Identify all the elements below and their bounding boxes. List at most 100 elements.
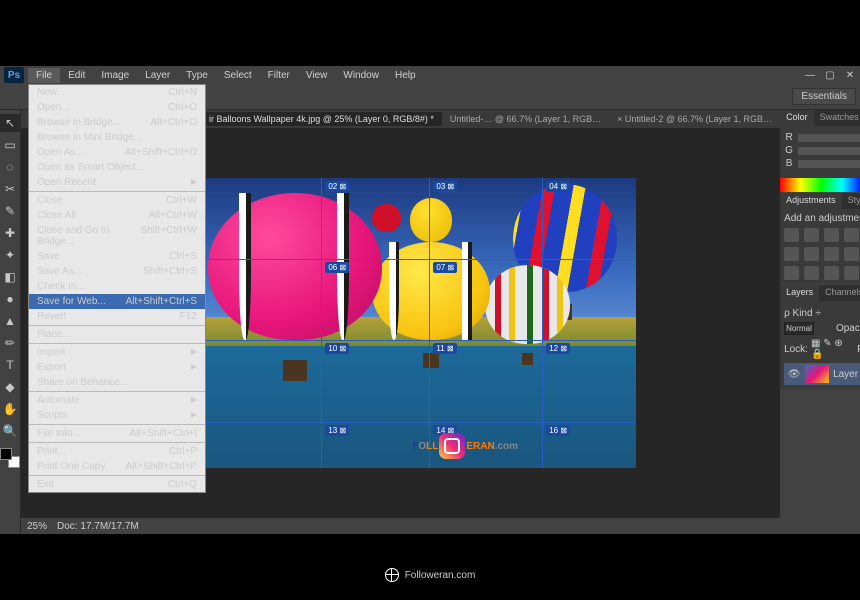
workspace-switcher[interactable]: Essentials bbox=[792, 88, 856, 105]
globe-icon bbox=[385, 568, 399, 582]
menu-item-close-and-go-to-bridge[interactable]: Close and Go to Bridge...Shift+Ctrl+W bbox=[29, 223, 205, 249]
slice-label[interactable]: 06 ⊠ bbox=[325, 262, 349, 273]
slice-label[interactable]: 13 ⊠ bbox=[325, 425, 349, 436]
document-tab[interactable]: Untitled-… @ 66.7% (Layer 1, RGB… bbox=[442, 112, 609, 126]
tab-layers[interactable]: Layers bbox=[780, 285, 819, 301]
adjustment-icon[interactable] bbox=[784, 228, 799, 242]
menu-item-close-all[interactable]: Close AllAlt+Ctrl+W bbox=[29, 208, 205, 223]
tool-13[interactable]: ✋ bbox=[0, 400, 20, 418]
tool-9[interactable]: ▲ bbox=[0, 312, 20, 330]
menu-item-scripts[interactable]: Scripts▶ bbox=[29, 408, 205, 423]
zoom-level[interactable]: 25% bbox=[27, 521, 47, 532]
menu-item-export[interactable]: Export▶ bbox=[29, 360, 205, 375]
tool-5[interactable]: ✚ bbox=[0, 224, 20, 242]
menu-image[interactable]: Image bbox=[93, 68, 137, 83]
menu-item-save[interactable]: SaveCtrl+S bbox=[29, 249, 205, 264]
adjustment-icon[interactable] bbox=[804, 266, 819, 280]
menu-type[interactable]: Type bbox=[178, 68, 216, 83]
color-slider[interactable] bbox=[798, 134, 860, 142]
close-button[interactable]: ✕ bbox=[844, 69, 856, 81]
adjustment-icon[interactable] bbox=[844, 247, 859, 261]
adjustment-icon[interactable] bbox=[784, 247, 799, 261]
tool-10[interactable]: ✏ bbox=[0, 334, 20, 352]
layer-name[interactable]: Layer 0 bbox=[833, 369, 860, 380]
blend-mode-select[interactable]: Normal bbox=[784, 322, 814, 335]
adjustment-icon[interactable] bbox=[824, 228, 839, 242]
maximize-button[interactable]: ▢ bbox=[824, 69, 836, 81]
menu-item-print-one-copy[interactable]: Print One CopyAlt+Shift+Ctrl+P bbox=[29, 459, 205, 474]
adjustment-icon[interactable] bbox=[844, 228, 859, 242]
tab-color[interactable]: Color bbox=[780, 110, 814, 126]
adjustment-icon[interactable] bbox=[824, 266, 839, 280]
slice-label[interactable]: 04 ⊠ bbox=[546, 181, 570, 192]
tool-14[interactable]: 🔍 bbox=[0, 422, 20, 440]
adjustment-icon[interactable] bbox=[804, 247, 819, 261]
instagram-icon bbox=[439, 433, 465, 459]
footer-text: Followeran.com bbox=[405, 570, 476, 581]
menu-item-open[interactable]: Open...Ctrl+O bbox=[29, 100, 205, 115]
adjustment-icon[interactable] bbox=[784, 266, 799, 280]
minimize-button[interactable]: — bbox=[804, 69, 816, 81]
slice-label[interactable]: 10 ⊠ bbox=[325, 343, 349, 354]
adjustment-icon[interactable] bbox=[804, 228, 819, 242]
tool-2[interactable]: ◌ bbox=[0, 158, 20, 176]
menu-item-import[interactable]: Import▶ bbox=[29, 345, 205, 360]
document-tab[interactable]: ir Balloons Wallpaper 4k.jpg @ 25% (Laye… bbox=[201, 112, 442, 126]
menu-item-file-info[interactable]: File Info...Alt+Shift+Ctrl+I bbox=[29, 426, 205, 441]
menu-item-save-for-web[interactable]: Save for Web...Alt+Shift+Ctrl+S bbox=[29, 294, 205, 309]
menu-item-open-as-smart-object[interactable]: Open as Smart Object... bbox=[29, 160, 205, 175]
menu-item-open-recent[interactable]: Open Recent▶ bbox=[29, 175, 205, 190]
tool-3[interactable]: ✂ bbox=[0, 180, 20, 198]
color-panel: Color Swatches R0G0B0 bbox=[780, 110, 860, 192]
slice-label[interactable]: 16 ⊠ bbox=[546, 425, 570, 436]
menu-edit[interactable]: Edit bbox=[60, 68, 93, 83]
menu-help[interactable]: Help bbox=[387, 68, 424, 83]
menu-window[interactable]: Window bbox=[335, 68, 387, 83]
adjustment-icon[interactable] bbox=[844, 266, 859, 280]
color-spectrum[interactable] bbox=[780, 178, 860, 192]
menu-item-print[interactable]: Print...Ctrl+P bbox=[29, 444, 205, 459]
menu-file[interactable]: File bbox=[28, 68, 60, 83]
menu-item-new[interactable]: New...Ctrl+N bbox=[29, 85, 205, 100]
color-swatches[interactable] bbox=[0, 448, 20, 468]
tool-6[interactable]: ✦ bbox=[0, 246, 20, 264]
menu-item-place[interactable]: Place... bbox=[29, 327, 205, 342]
menu-item-share-on-behance[interactable]: Share on Behance... bbox=[29, 375, 205, 390]
color-slider[interactable] bbox=[798, 160, 860, 168]
page-footer: Followeran.com bbox=[0, 568, 860, 582]
menu-item-browse-in-bridge[interactable]: Browse in Bridge...Alt+Ctrl+O bbox=[29, 115, 205, 130]
tool-1[interactable]: ▭ bbox=[0, 136, 20, 154]
menu-item-automate[interactable]: Automate▶ bbox=[29, 393, 205, 408]
status-bar: 25% Doc: 17.7M/17.7M bbox=[21, 518, 780, 534]
slice-label[interactable]: 12 ⊠ bbox=[546, 343, 570, 354]
tool-11[interactable]: T bbox=[0, 356, 20, 374]
menu-item-open-as[interactable]: Open As...Alt+Shift+Ctrl+O bbox=[29, 145, 205, 160]
slice-label[interactable]: 03 ⊠ bbox=[433, 181, 457, 192]
slice-label[interactable]: 11 ⊠ bbox=[433, 343, 456, 354]
tool-8[interactable]: ● bbox=[0, 290, 20, 308]
slice-label[interactable]: 07 ⊠ bbox=[433, 262, 457, 273]
menu-item-revert[interactable]: RevertF12 bbox=[29, 309, 205, 324]
tab-styles[interactable]: Styles bbox=[842, 193, 860, 209]
layer-row[interactable]: 👁 Layer 0 bbox=[784, 363, 860, 385]
menu-item-save-as[interactable]: Save As...Shift+Ctrl+S bbox=[29, 264, 205, 279]
visibility-icon[interactable]: 👁 bbox=[787, 369, 801, 380]
color-slider[interactable] bbox=[798, 147, 860, 155]
tool-12[interactable]: ◆ bbox=[0, 378, 20, 396]
tab-channels[interactable]: Channels bbox=[819, 285, 860, 301]
tool-0[interactable]: ↖ bbox=[0, 114, 20, 132]
adjustment-icon[interactable] bbox=[824, 247, 839, 261]
menu-item-exit[interactable]: ExitCtrl+Q bbox=[29, 477, 205, 492]
tab-adjustments[interactable]: Adjustments bbox=[780, 193, 842, 209]
tab-swatches[interactable]: Swatches bbox=[814, 110, 860, 126]
slice-label[interactable]: 02 ⊠ bbox=[325, 181, 349, 192]
tool-7[interactable]: ◧ bbox=[0, 268, 20, 286]
document-tab[interactable]: × Untitled-2 @ 66.7% (Layer 1, RGB… bbox=[609, 112, 780, 126]
menu-item-close[interactable]: CloseCtrl+W bbox=[29, 193, 205, 208]
menu-select[interactable]: Select bbox=[216, 68, 260, 83]
tool-4[interactable]: ✎ bbox=[0, 202, 20, 220]
menu-layer[interactable]: Layer bbox=[137, 68, 178, 83]
menu-filter[interactable]: Filter bbox=[260, 68, 298, 83]
menu-item-browse-in-mini-bridge[interactable]: Browse in Mini Bridge... bbox=[29, 130, 205, 145]
menu-view[interactable]: View bbox=[298, 68, 336, 83]
